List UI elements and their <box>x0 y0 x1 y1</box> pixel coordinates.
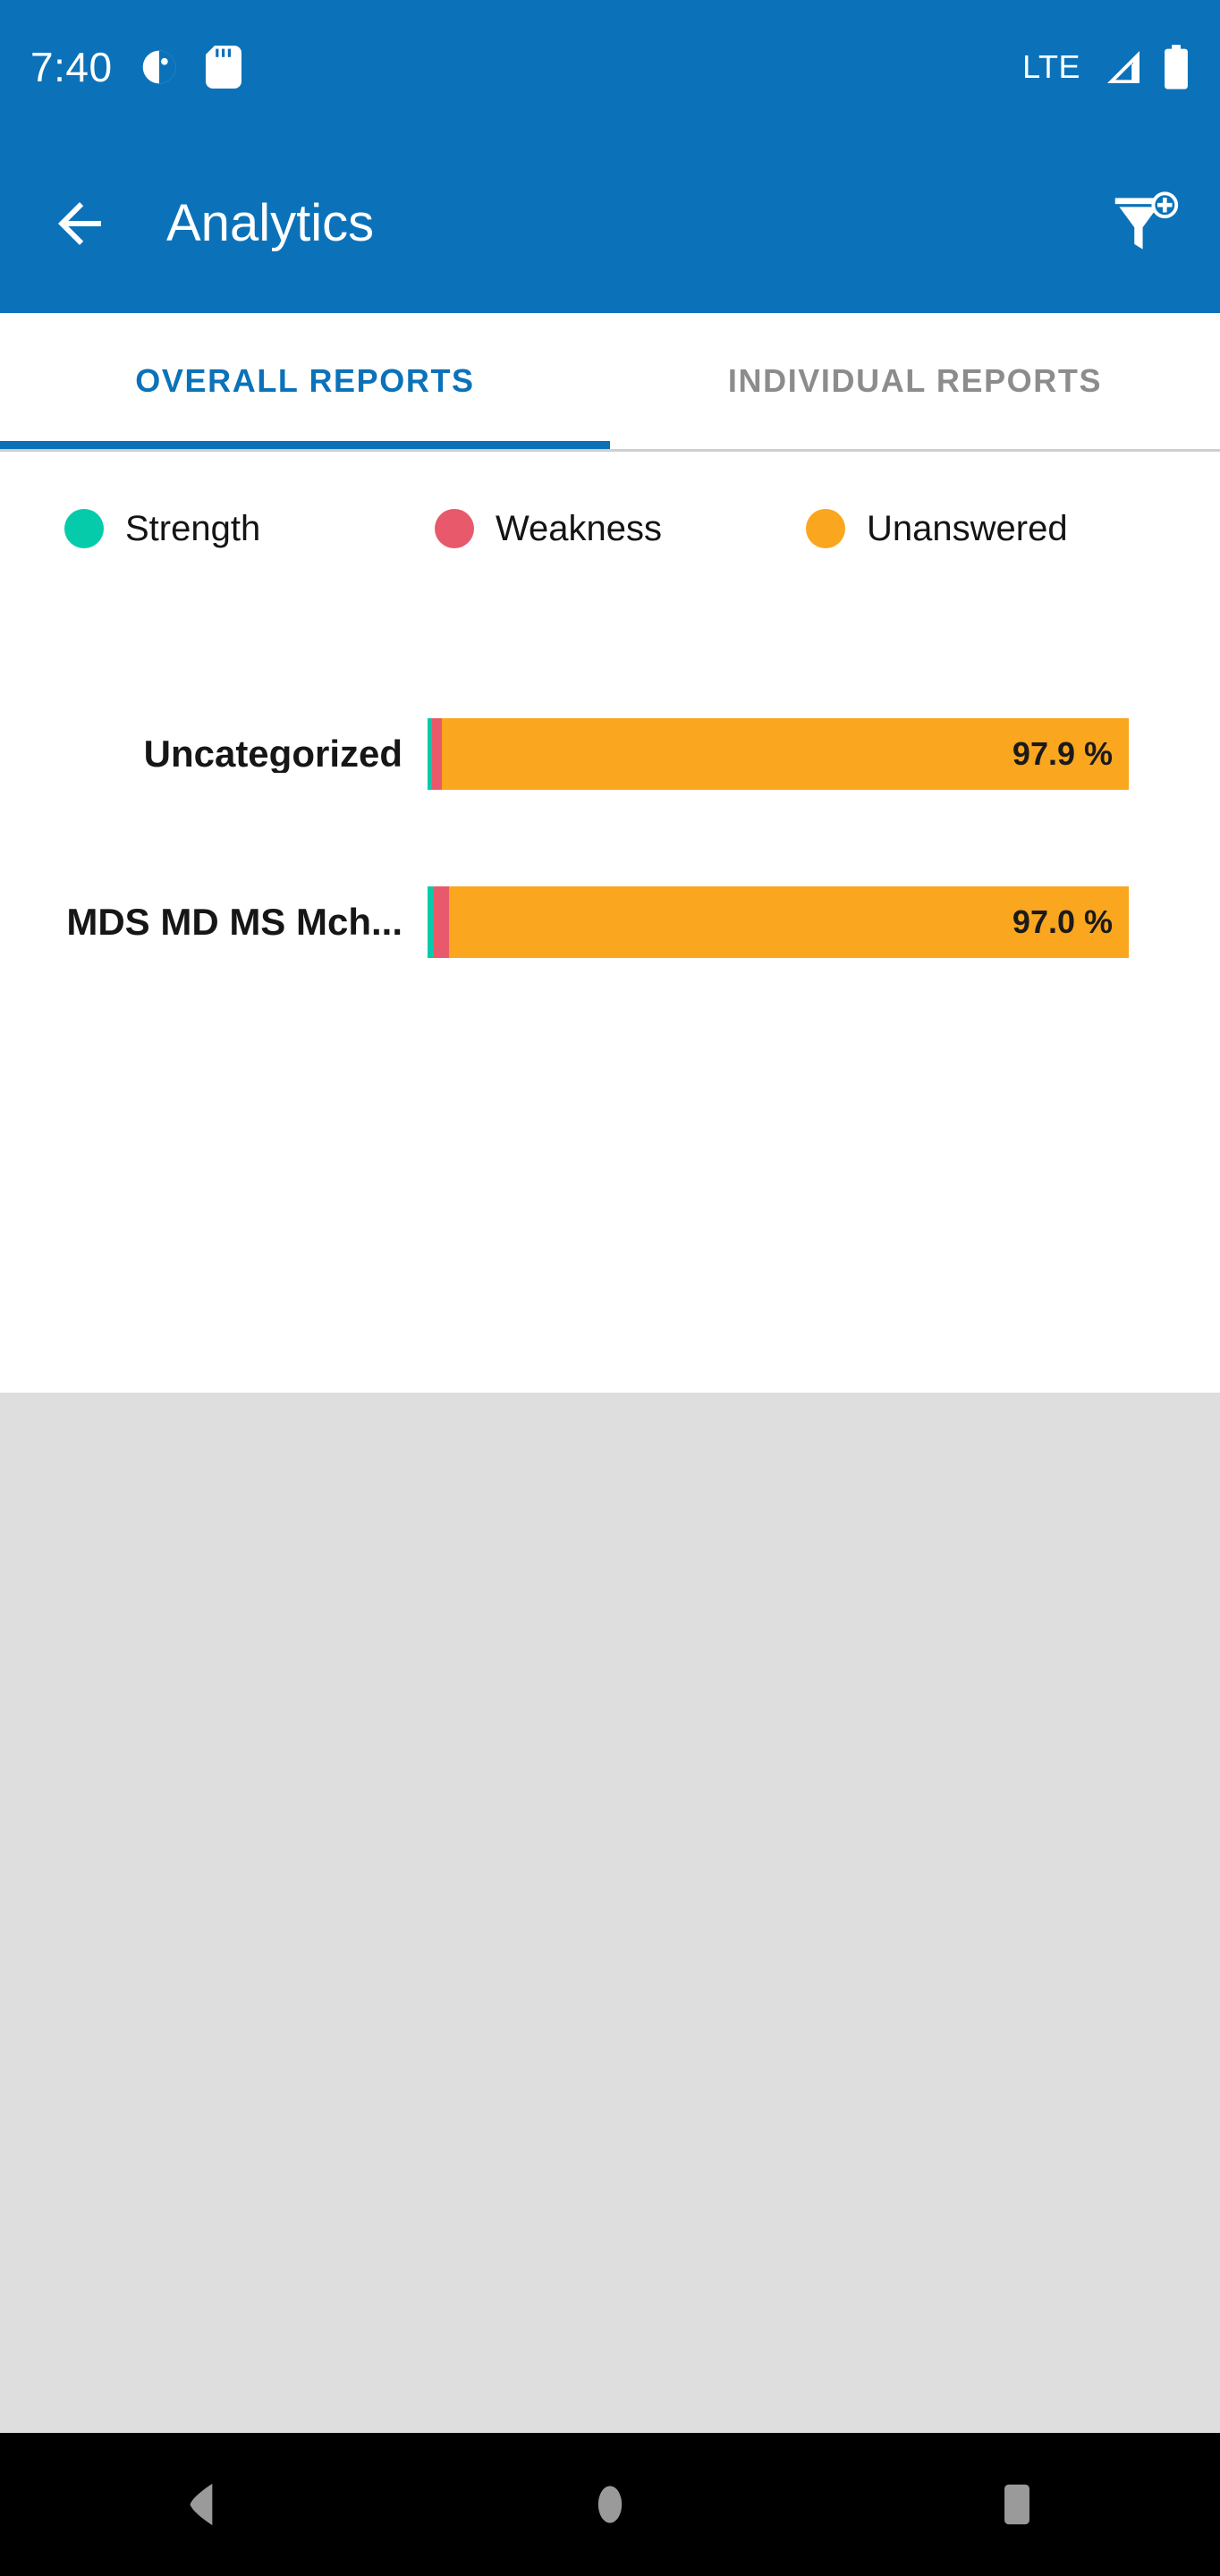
tab-individual-reports[interactable]: INDIVIDUAL REPORTS <box>610 313 1220 449</box>
filter-add-button[interactable] <box>1104 183 1184 264</box>
status-bar-right: LTE <box>1022 45 1190 89</box>
tab-active-indicator <box>0 441 610 449</box>
filter-add-icon <box>1114 191 1179 250</box>
bar-label: MDS MD MS Mch... <box>66 903 402 941</box>
chart-bars: Uncategorized 97.9 % MDS MD MS Mch... 97… <box>0 718 1220 958</box>
bar-value-label: 97.9 % <box>1012 735 1113 772</box>
battery-icon <box>1163 45 1190 89</box>
arrow-left-icon <box>58 202 101 245</box>
triangle-back-icon <box>190 2483 213 2526</box>
empty-content-area <box>0 1393 1220 2433</box>
table-row[interactable]: Uncategorized 97.9 % <box>0 718 1220 790</box>
nav-recents-button[interactable] <box>954 2442 1080 2567</box>
square-recents-icon <box>1004 2484 1029 2525</box>
legend-item-unanswered: Unanswered <box>806 509 1068 548</box>
stacked-bar: 97.9 % <box>428 718 1129 790</box>
tab-overall-reports[interactable]: OVERALL REPORTS <box>0 313 610 449</box>
back-button[interactable] <box>45 189 114 258</box>
bar-segment-strength <box>428 886 435 958</box>
legend-label-weakness: Weakness <box>496 509 663 548</box>
legend-dot-strength <box>64 509 104 548</box>
legend-label-unanswered: Unanswered <box>867 509 1068 548</box>
bar-value-label: 97.0 % <box>1012 903 1113 940</box>
chart-legend: Strength Weakness Unanswered <box>0 489 1220 568</box>
legend-dot-weakness <box>435 509 474 548</box>
table-row[interactable]: MDS MD MS Mch... 97.0 % <box>0 886 1220 958</box>
nav-home-button[interactable] <box>547 2442 673 2567</box>
legend-item-weakness: Weakness <box>435 509 806 548</box>
bar-segment-weakness <box>434 886 449 958</box>
bar-label: Uncategorized <box>143 735 402 773</box>
stacked-bar: 97.0 % <box>428 886 1129 958</box>
phone-screen: 7:40 LTE Analytics OVERALL REPORTS INDIV… <box>0 0 1220 2576</box>
page-title: Analytics <box>166 194 375 252</box>
app-bar: Analytics <box>0 134 1220 313</box>
network-type-label: LTE <box>1022 48 1080 85</box>
status-bar: 7:40 LTE <box>0 0 1220 134</box>
circle-home-icon <box>597 2486 623 2523</box>
legend-label-strength: Strength <box>125 509 261 548</box>
nav-back-button[interactable] <box>140 2442 266 2567</box>
status-bar-clock: 7:40 <box>30 44 113 90</box>
sd-card-icon <box>205 46 241 89</box>
signal-icon <box>1100 46 1143 89</box>
legend-dot-unanswered <box>806 509 845 548</box>
status-bar-left: 7:40 <box>30 46 241 89</box>
system-navigation-bar <box>0 2433 1220 2576</box>
bar-segment-weakness <box>432 718 443 790</box>
tab-bar: OVERALL REPORTS INDIVIDUAL REPORTS <box>0 313 1220 452</box>
legend-item-strength: Strength <box>64 509 435 548</box>
overall-reports-chart: Strength Weakness Unanswered Uncategoriz… <box>0 452 1220 1393</box>
do-not-disturb-icon <box>140 47 179 87</box>
